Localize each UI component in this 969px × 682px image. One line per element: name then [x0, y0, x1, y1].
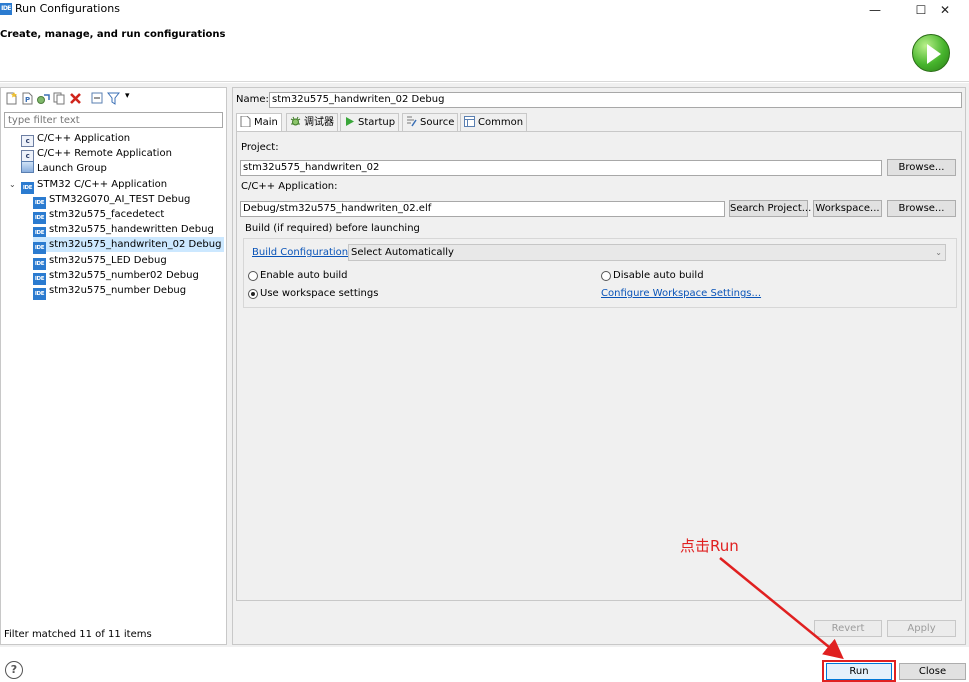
dialog-header: Create, manage, and run configurations — [0, 22, 969, 82]
workspace-button[interactable]: Workspace... — [813, 200, 882, 217]
tree-item[interactable]: ⌄ IDE STM32 C/C++ Application — [9, 177, 170, 194]
filter-input[interactable] — [4, 112, 223, 128]
run-launch-icon — [912, 34, 950, 72]
tree-item[interactable]: c C/C++ Remote Application — [21, 146, 175, 163]
tree-item[interactable]: IDE stm32u575_handewritten Debug — [33, 222, 217, 240]
tab-main[interactable]: Main — [236, 113, 282, 132]
project-field[interactable]: stm32u575_handwriten_02 — [240, 160, 882, 176]
tab-label: 调试器 — [304, 117, 334, 128]
tab-label: Main — [254, 117, 278, 128]
build-configuration-link[interactable]: Build Configuration: — [252, 247, 351, 258]
tree-item-label: STM32 C/C++ Application — [37, 178, 168, 190]
application-label: C/C++ Application: — [241, 181, 338, 192]
filter-status: Filter matched 11 of 11 items — [4, 629, 152, 640]
apply-button[interactable]: Apply — [887, 620, 956, 637]
c-application-icon: c — [21, 150, 34, 163]
app-icon: IDE — [0, 3, 12, 15]
tree-item-label: stm32u575_number Debug — [49, 285, 187, 296]
tree-item-label: C/C++ Application — [37, 133, 131, 144]
launch-group-icon — [21, 161, 34, 174]
collapse-all-icon[interactable] — [91, 92, 104, 105]
window-title: Run Configurations — [15, 2, 120, 15]
tree-item-label: stm32u575_handewritten Debug — [49, 224, 214, 236]
tree-item[interactable]: IDE stm32u575_facedetect — [33, 207, 167, 224]
disable-auto-build-radio[interactable] — [601, 271, 611, 281]
svg-text:P: P — [25, 96, 30, 104]
build-configuration-value: Select Automatically — [351, 247, 454, 258]
startup-tab-icon — [344, 117, 358, 128]
tree-item-label: C/C++ Remote Application — [37, 148, 172, 160]
tree-item-label: stm32u575_number02 Debug — [49, 269, 199, 281]
source-tab-icon — [406, 116, 420, 128]
duplicate-icon[interactable] — [53, 92, 66, 105]
tab-startup[interactable]: Startup — [340, 113, 400, 131]
tab-debugger[interactable]: 调试器 — [286, 113, 338, 131]
tab-label: Source — [420, 117, 455, 128]
configuration-list-panel: P ▾ cC/C++ ApplicationcC/C++ Remote Appl… — [0, 87, 227, 645]
tab-common[interactable]: Common — [460, 113, 528, 131]
search-project-button[interactable]: Search Project... — [729, 200, 811, 217]
name-field[interactable]: stm32u575_handwriten_02 Debug — [269, 92, 962, 108]
new-configuration-icon[interactable] — [5, 92, 18, 105]
export-icon[interactable] — [37, 92, 50, 105]
main-tab-icon — [240, 116, 254, 128]
tree-item-label: stm32u575_facedetect — [49, 209, 165, 220]
help-icon[interactable]: ? — [5, 661, 23, 679]
use-workspace-settings-radio[interactable] — [248, 289, 258, 299]
title-bar: IDE Run Configurations — ☐ ✕ — [0, 0, 969, 22]
debugger-tab-icon — [290, 116, 304, 128]
application-browse-button[interactable]: Browse... — [887, 200, 956, 217]
tab-label: Startup — [358, 117, 396, 128]
tree-item[interactable]: IDE stm32u575_LED Debug — [33, 253, 170, 270]
stm32-ide-icon: IDE — [33, 288, 46, 300]
filter-icon[interactable] — [107, 92, 120, 105]
tree-item[interactable]: Launch Group — [21, 161, 110, 176]
tree-item-label: STM32G070_AI_TEST Debug — [49, 193, 191, 205]
tab-label: Common — [478, 117, 524, 128]
name-label: Name: — [236, 94, 269, 105]
tree-item[interactable]: c C/C++ Application — [21, 131, 133, 147]
header-title: Create, manage, and run configurations — [0, 29, 226, 40]
build-configuration-select[interactable]: Select Automatically ⌄ — [348, 244, 946, 261]
tab-source[interactable]: Source — [402, 113, 459, 131]
project-label: Project: — [241, 142, 279, 153]
annotation-arrow — [719, 557, 844, 660]
disable-auto-build-label: Disable auto build — [613, 270, 704, 281]
chevron-down-icon: ⌄ — [935, 248, 942, 257]
c-application-icon: c — [21, 135, 34, 147]
close-button[interactable]: Close — [899, 663, 966, 680]
close-window-button[interactable]: ✕ — [922, 0, 968, 20]
enable-auto-build-label: Enable auto build — [260, 270, 348, 281]
tree-item-label: stm32u575_handwriten_02 Debug — [49, 239, 222, 251]
new-prototype-icon[interactable]: P — [21, 92, 34, 105]
configure-workspace-settings-link[interactable]: Configure Workspace Settings... — [601, 288, 761, 299]
enable-auto-build-radio[interactable] — [248, 271, 258, 281]
run-button-highlight — [822, 660, 896, 682]
view-menu-icon[interactable]: ▾ — [125, 91, 130, 101]
delete-icon[interactable] — [69, 92, 82, 105]
use-workspace-settings-label: Use workspace settings — [260, 288, 379, 299]
minimize-button[interactable]: — — [852, 0, 898, 20]
tree-item[interactable]: IDE stm32u575_handwriten_02 Debug — [33, 237, 225, 255]
tree-item-label: Launch Group — [37, 163, 107, 175]
application-field[interactable]: Debug/stm32u575_handwriten_02.elf — [240, 201, 725, 217]
common-tab-icon — [464, 116, 478, 128]
project-browse-button[interactable]: Browse... — [887, 159, 956, 176]
tree-item[interactable]: IDE stm32u575_number Debug — [33, 283, 189, 300]
tree-item[interactable]: IDE STM32G070_AI_TEST Debug — [33, 192, 193, 209]
expand-toggle-icon[interactable]: ⌄ — [9, 177, 17, 192]
tree-item[interactable]: IDE stm32u575_number02 Debug — [33, 268, 202, 285]
build-group-label: Build (if required) before launching — [245, 223, 420, 234]
tree-item-label: stm32u575_LED Debug — [49, 254, 167, 266]
